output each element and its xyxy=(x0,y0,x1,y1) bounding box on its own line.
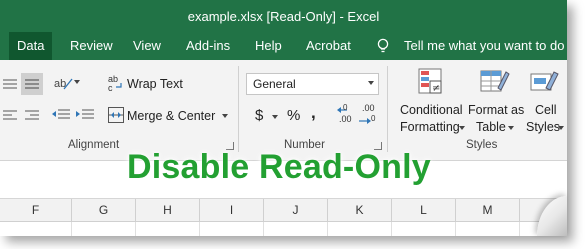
svg-text:≠: ≠ xyxy=(432,83,440,94)
tab-data[interactable]: Data xyxy=(9,32,53,60)
format-as-table-caret xyxy=(508,126,514,130)
column-header-g[interactable]: G xyxy=(72,199,136,221)
tab-review[interactable]: Review xyxy=(62,32,121,60)
format-as-table-button[interactable]: Format as Table xyxy=(468,66,524,136)
merge-center-caret[interactable] xyxy=(222,114,228,118)
tab-help[interactable]: Help xyxy=(247,32,290,60)
lightbulb-icon xyxy=(377,38,389,53)
tell-me-label: Tell me what you want to do xyxy=(404,38,565,53)
group-separator xyxy=(387,66,388,152)
styles-group-label: Styles xyxy=(466,139,498,151)
align-middle-button[interactable] xyxy=(21,73,43,95)
increase-decimal-button[interactable]: 0 .00 xyxy=(337,103,359,126)
currency-caret[interactable] xyxy=(272,115,278,119)
title-bar: example.xlsx [Read-Only] - Excel xyxy=(0,0,567,32)
number-format-dropdown[interactable]: General xyxy=(246,73,379,95)
grid-cell[interactable] xyxy=(136,222,200,236)
align-middle-icon xyxy=(25,79,39,89)
grid-cell[interactable] xyxy=(456,222,520,236)
wrap-text-button[interactable]: ab c Wrap Text xyxy=(108,74,188,94)
overlay-caption: Disable Read-Only xyxy=(127,148,431,186)
grid-cell[interactable] xyxy=(72,222,136,236)
align-top-icon[interactable] xyxy=(3,78,17,90)
column-header-f[interactable]: F xyxy=(0,199,72,221)
alignment-group-label: Alignment xyxy=(68,139,120,151)
grid-cell[interactable] xyxy=(328,222,392,236)
conditional-formatting-icon: ≠ xyxy=(418,68,442,94)
window-title: example.xlsx [Read-Only] - Excel xyxy=(187,9,380,24)
increase-indent-icon[interactable] xyxy=(76,108,94,122)
column-header-m[interactable]: M xyxy=(456,199,520,221)
grid-row xyxy=(0,222,567,236)
grid-cell[interactable] xyxy=(0,222,72,236)
cell-styles-icon xyxy=(530,71,559,91)
tab-acrobat[interactable]: Acrobat xyxy=(298,32,359,60)
grid-cell[interactable] xyxy=(264,222,328,236)
column-header-k[interactable]: K xyxy=(328,199,392,221)
format-as-table-label-2: Table xyxy=(476,120,506,134)
align-right-icon[interactable] xyxy=(25,110,39,122)
cell-styles-button[interactable]: Cell Styles xyxy=(524,66,567,136)
grid-cell[interactable] xyxy=(200,222,264,236)
arrow-right-icon xyxy=(359,118,371,124)
excel-window: example.xlsx [Read-Only] - Excel Data Re… xyxy=(0,0,567,236)
grid-cell[interactable] xyxy=(392,222,456,236)
conditional-formatting-label-2: Formatting xyxy=(400,120,460,134)
percent-style-button[interactable]: % xyxy=(287,107,300,124)
tab-view[interactable]: View xyxy=(125,32,169,60)
chevron-down-icon xyxy=(368,81,374,85)
align-left-icon[interactable] xyxy=(3,110,17,122)
column-header-i[interactable]: I xyxy=(200,199,264,221)
group-separator xyxy=(238,66,239,152)
merge-center-button[interactable]: Merge & Center xyxy=(108,106,232,126)
orientation-caret[interactable] xyxy=(74,80,80,84)
decrease-indent-icon[interactable] xyxy=(52,108,70,122)
format-as-table-label-1: Format as xyxy=(468,103,525,117)
merge-center-icon xyxy=(108,107,124,123)
tab-add-ins[interactable]: Add-ins xyxy=(178,32,238,60)
format-as-table-icon xyxy=(480,70,510,92)
svg-text:c: c xyxy=(108,83,113,92)
wrap-text-label: Wrap Text xyxy=(127,77,183,91)
merge-center-label: Merge & Center xyxy=(127,109,216,123)
cell-styles-label-1: Cell xyxy=(535,103,557,117)
cell-styles-caret xyxy=(558,126,564,130)
conditional-formatting-button[interactable]: ≠ Conditional Formatting xyxy=(396,66,465,136)
number-format-value: General xyxy=(253,77,296,91)
column-header-j[interactable]: J xyxy=(264,199,328,221)
ribbon-tabs: Data Review View Add-ins Help Acrobat Te… xyxy=(0,32,567,60)
conditional-formatting-label-1: Conditional xyxy=(400,103,463,117)
orientation-icon[interactable]: ab xyxy=(54,75,74,91)
ribbon-body: ab ab c Wrap Text Merge & Center Alignme… xyxy=(0,60,567,161)
conditional-formatting-caret xyxy=(459,126,465,130)
increase-decimal-label: .00 xyxy=(339,114,352,124)
decrease-decimal-label: .00 xyxy=(362,103,375,113)
column-headers: F G H I J K L M xyxy=(0,199,567,222)
column-header-h[interactable]: H xyxy=(136,199,200,221)
currency-format-button[interactable]: $ xyxy=(255,107,263,124)
column-header-l[interactable]: L xyxy=(392,199,456,221)
decrease-decimal-button[interactable]: .00 0 xyxy=(359,103,381,126)
wrap-text-icon: ab c xyxy=(108,74,122,92)
cell-styles-label-2: Styles xyxy=(526,120,561,134)
comma-style-button[interactable]: , xyxy=(311,103,316,123)
